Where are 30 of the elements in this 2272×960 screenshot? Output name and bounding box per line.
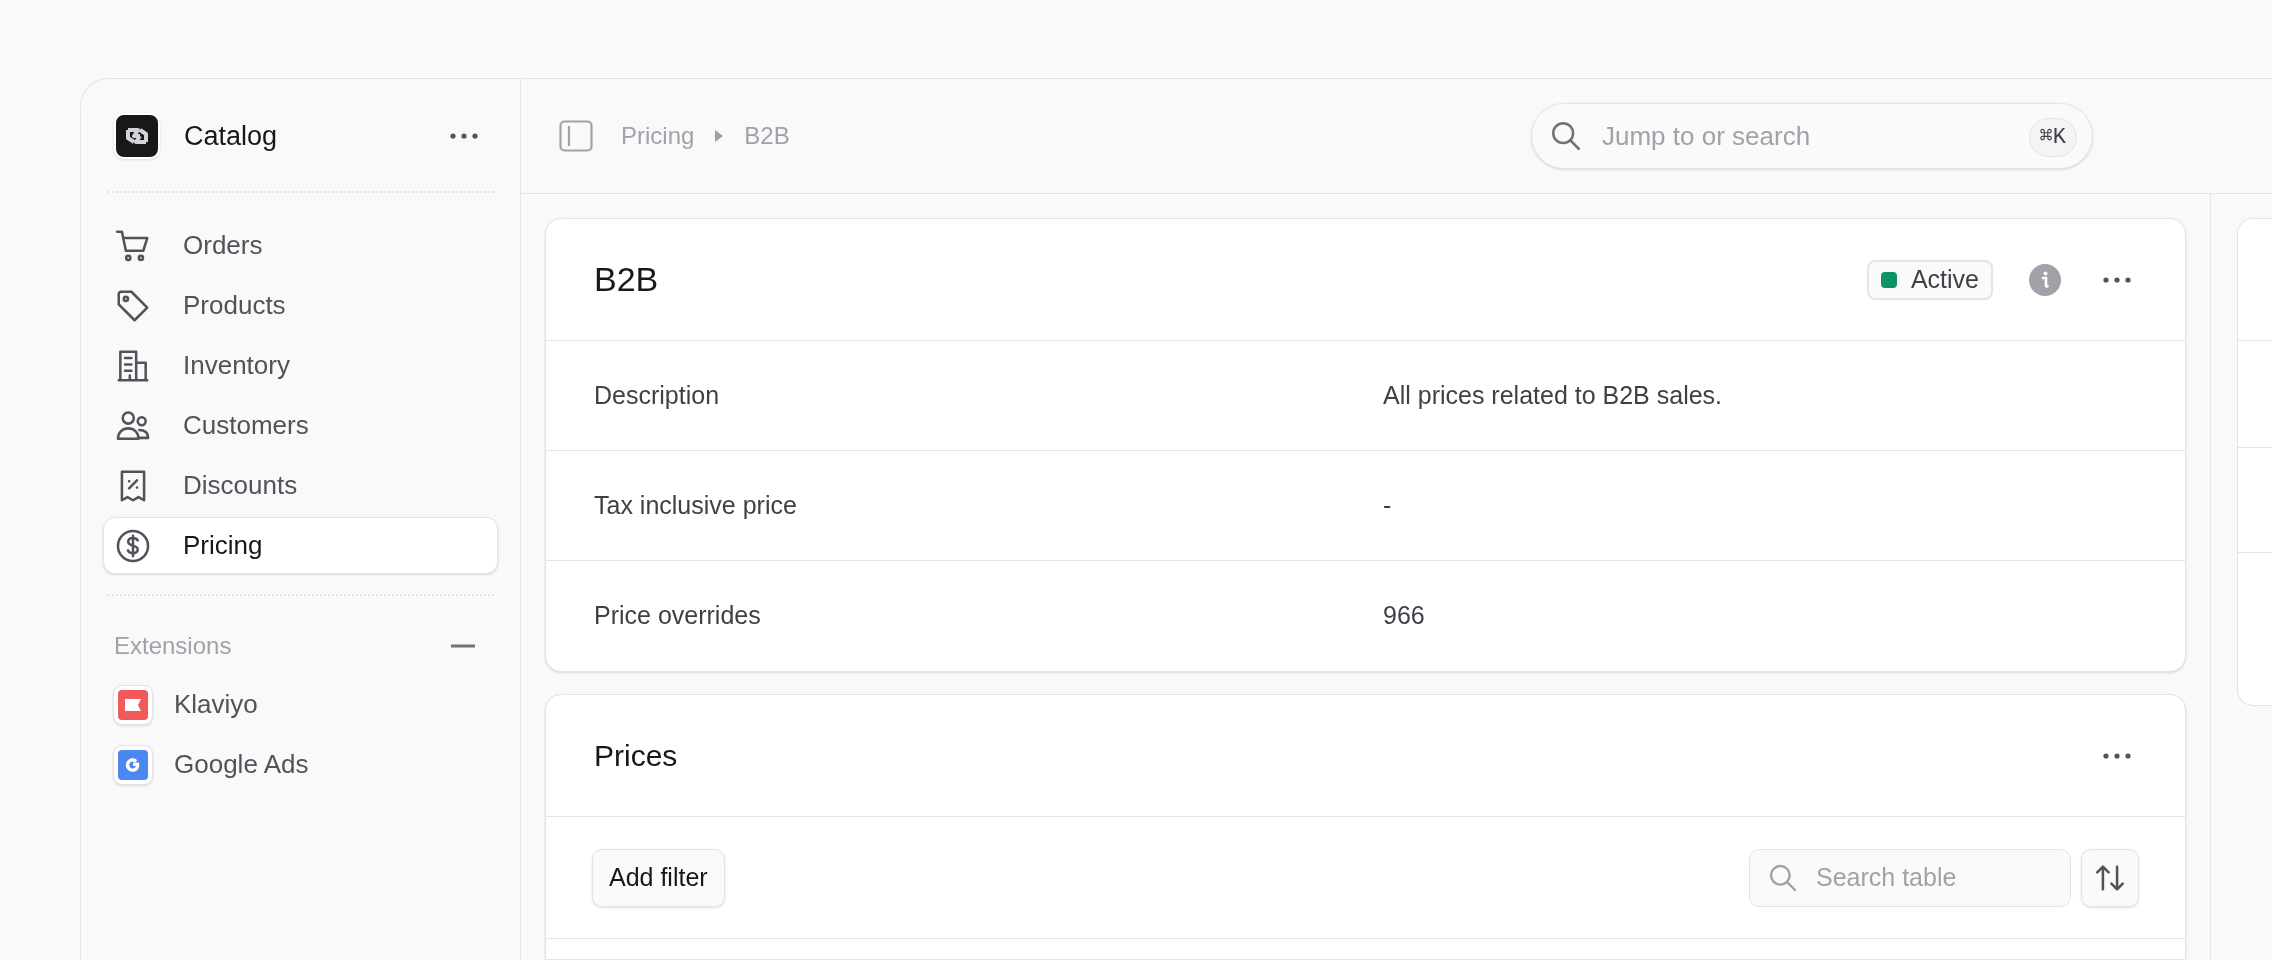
field-label: Description — [594, 379, 721, 411]
more-icon[interactable] — [450, 133, 478, 139]
sidebar-toggle-icon[interactable] — [559, 120, 593, 152]
caret-icon — [714, 129, 725, 143]
extension-item[interactable]: Klaviyo — [103, 676, 498, 733]
field-label: Tax inclusive price — [594, 489, 798, 521]
app-logo — [114, 113, 160, 159]
nav-item[interactable]: Orders — [103, 217, 498, 274]
field-value: - — [1383, 489, 1392, 521]
more-icon[interactable] — [2103, 276, 2131, 283]
add-filter-button[interactable]: Add filter — [592, 848, 725, 907]
status-badge: Active — [1866, 259, 1993, 300]
nav-item[interactable]: Customers — [103, 397, 498, 454]
table-search-field[interactable]: Search table — [1749, 848, 2071, 907]
nav-item[interactable]: Products — [103, 277, 498, 334]
extension-item[interactable]: Google Ads — [103, 736, 498, 793]
field-value: 966 — [1383, 600, 1425, 632]
nav-item[interactable]: Pricing — [103, 517, 498, 574]
search-icon — [1549, 119, 1583, 153]
section-heading: Extensions — [114, 631, 232, 661]
card-title: Prices — [594, 738, 679, 774]
field-value: All prices related to B2B sales. — [1383, 379, 1723, 411]
sort-button[interactable] — [2081, 848, 2139, 907]
nav-item[interactable]: Inventory — [103, 337, 498, 394]
more-icon[interactable] — [2103, 752, 2131, 759]
card-title: B2B — [594, 259, 660, 300]
store-name: Catalog — [184, 119, 279, 153]
field-label: Price overrides — [594, 600, 762, 632]
info-icon[interactable] — [2029, 263, 2061, 296]
nav-item[interactable]: Discounts — [103, 457, 498, 514]
